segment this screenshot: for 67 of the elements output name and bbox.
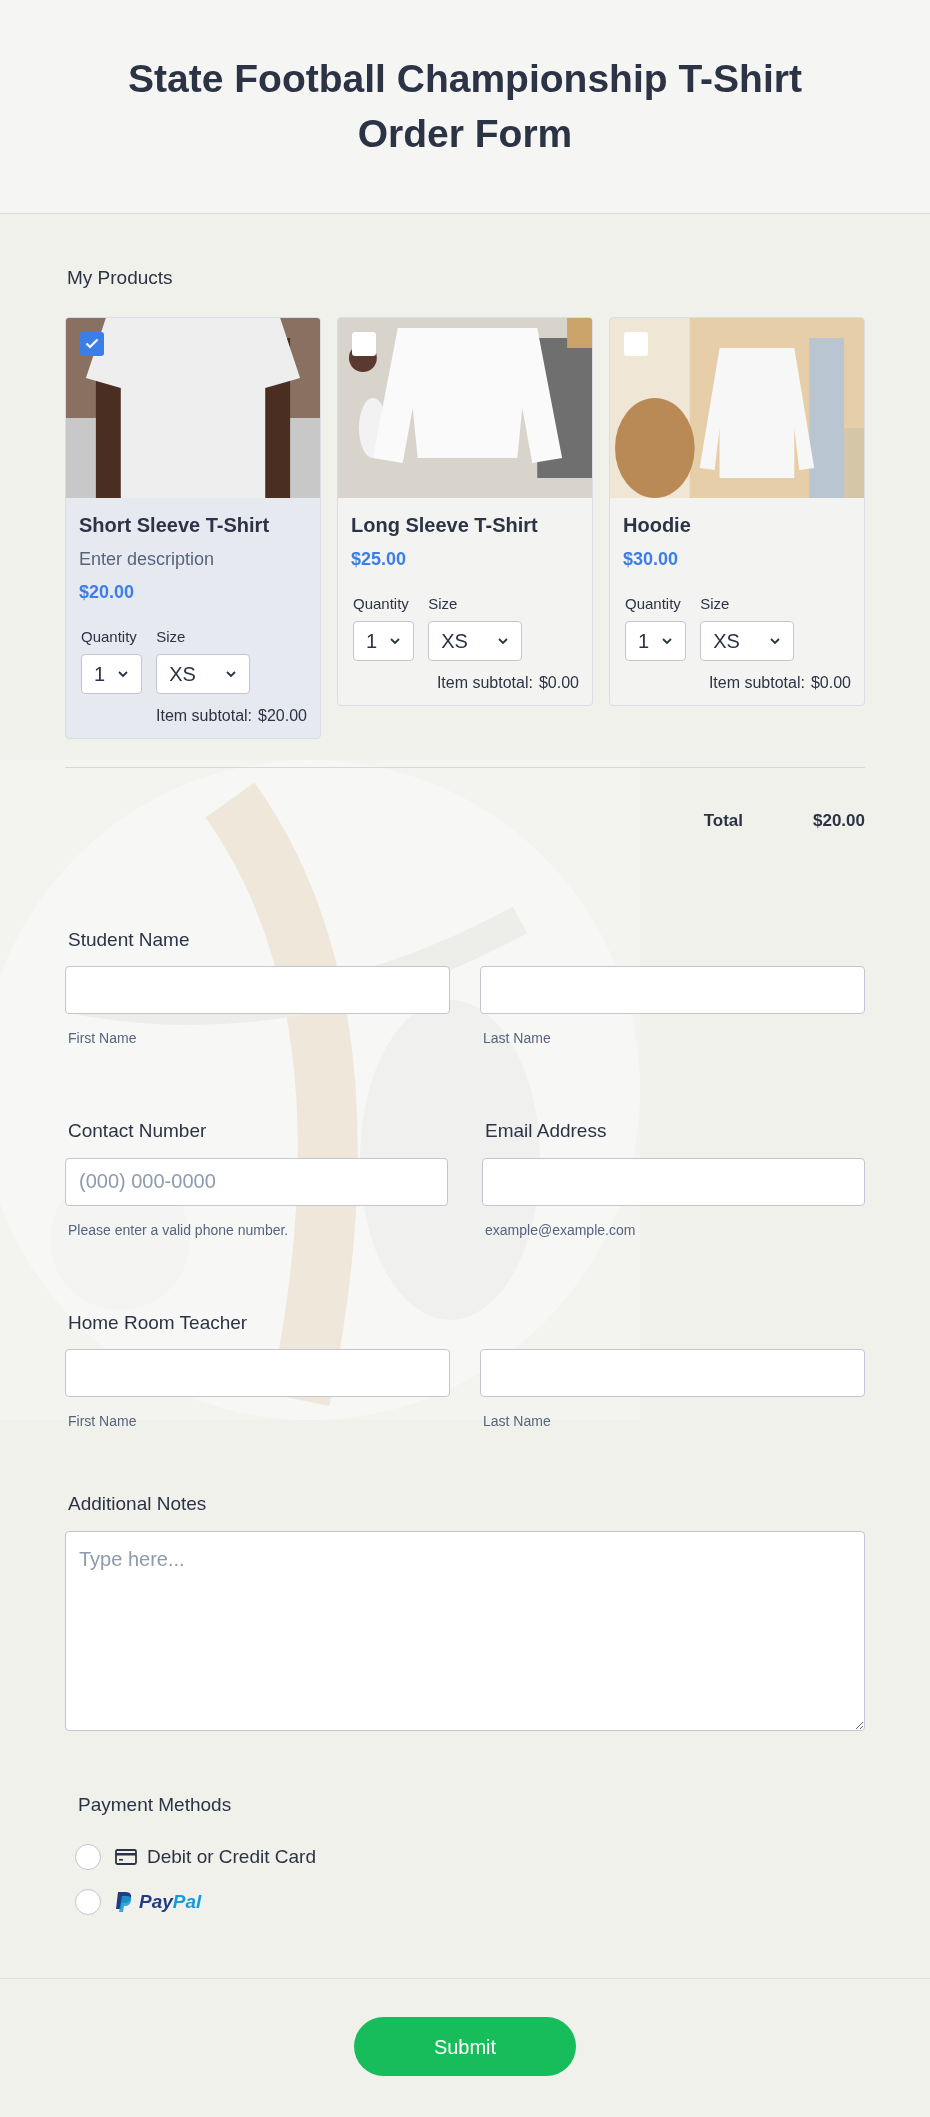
subtotal-label: Item subtotal: [436,673,533,693]
checkbox[interactable] [352,331,376,356]
form-title: State Football Championship T-Shirt Order Form [127,55,803,157]
field-hint: First Name [68,1029,138,1048]
checkbox[interactable] [624,331,648,356]
size-label: Size [428,593,459,614]
section-label: My Products [67,266,174,290]
product-card[interactable]: Short Sleeve T-Shirt Enter description $20.00 Quantity 1 Size XS Item subtotal: $20.00 [65,316,321,739]
field-label: Home Room Teacher [68,1310,249,1335]
paypal-icon [115,1890,133,1913]
total-label: Total [703,810,743,832]
field-hint: Last Name [483,1029,552,1048]
text-field[interactable] [480,1349,865,1397]
field-label: Payment Methods [78,1792,233,1817]
checkmark-icon [85,338,99,349]
chevron-icon [661,637,674,645]
product-name: Short Sleeve T-Shirt [79,512,271,538]
radio-button[interactable] [75,1844,101,1871]
quantity-label: Quantity [625,593,682,614]
product-card[interactable]: Hoodie $30.00 Quantity 1 Size XS Item subtotal: $0.00 [609,316,865,706]
checkbox[interactable] [80,331,104,356]
product-description: Enter description [79,547,216,571]
size-label: Size [156,626,187,647]
field-hint: example@example.com [485,1220,637,1240]
quantity-dropdown[interactable]: 1 [81,654,143,694]
product-name: Long Sleeve T-Shirt [351,512,539,538]
size-dropdown[interactable]: XS [428,621,523,661]
text-field[interactable] [480,966,865,1014]
subtotal-value: $0.00 [810,673,851,693]
subtotal-label: Item subtotal: [156,706,253,726]
text-field[interactable]: (000) 000-0000 [65,1157,448,1206]
text-field[interactable] [482,1157,865,1206]
size-dropdown[interactable]: XS [156,654,251,694]
product-price: $30.00 [623,547,680,571]
field-label: Contact Number [68,1119,208,1143]
quantity-label: Quantity [353,593,410,614]
quantity-label: Quantity [81,626,138,647]
text-field[interactable] [65,1349,450,1397]
chevron-icon [117,670,130,678]
size-dropdown[interactable]: XS [700,621,795,661]
field-label: Student Name [68,927,191,952]
credit-card-icon [115,1849,137,1866]
product-price: $25.00 [351,547,408,571]
subtotal-value: $0.00 [538,673,579,693]
payment-option-label: Debit or Credit Card [147,1845,316,1869]
subtotal-label: Item subtotal: [708,673,805,693]
field-label: Additional Notes [68,1492,208,1516]
quantity-dropdown[interactable]: 1 [625,621,687,661]
field-hint: First Name [68,1412,138,1431]
product-price: $20.00 [79,580,136,604]
paypal-wordmark: PayPal [139,1889,202,1914]
subtotal-value: $20.00 [258,706,307,726]
chevron-icon [225,670,238,678]
chevron-icon [769,637,782,645]
chevron-icon [497,637,510,645]
product-card[interactable]: Long Sleeve T-Shirt $25.00 Quantity 1 Size XS Item subtotal: $0.00 [337,316,593,706]
size-label: Size [700,593,731,614]
radio-button[interactable] [75,1888,101,1915]
total-value: $20.00 [813,810,865,832]
product-name: Hoodie [623,512,692,538]
text-field[interactable] [65,966,450,1014]
chevron-icon [389,637,402,645]
quantity-dropdown[interactable]: 1 [353,621,415,661]
field-hint: Last Name [483,1412,552,1431]
notes-field[interactable]: Type here... [65,1530,865,1731]
field-label: Email Address [485,1119,608,1143]
field-hint: Please enter a valid phone number. [68,1220,290,1240]
